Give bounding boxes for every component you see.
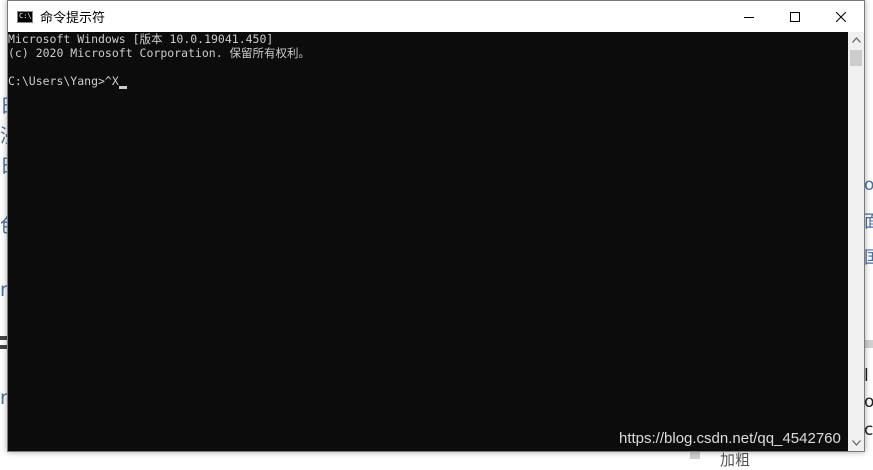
scrollbar-thumb[interactable] xyxy=(850,50,862,66)
watermark: https://blog.csdn.net/qq_4542760 xyxy=(619,430,841,447)
chevron-down-icon xyxy=(851,440,861,446)
console-icon: C:\ xyxy=(17,10,33,23)
console-line: (c) 2020 Microsoft Corporation. 保留所有权利。 xyxy=(8,46,311,60)
window-controls xyxy=(726,1,864,32)
bg-text-fragment: o xyxy=(864,175,873,195)
bg-bar xyxy=(865,340,873,348)
text-cursor xyxy=(119,86,127,89)
bg-text-fragment: 面 xyxy=(864,212,873,232)
vertical-scrollbar[interactable] xyxy=(848,32,864,451)
console-icon-text: C:\ xyxy=(19,11,32,20)
command-prompt-window[interactable]: C:\ 命令提示符 Microsoft Windows [版本 10.0.190… xyxy=(7,0,865,452)
close-button[interactable] xyxy=(818,1,864,32)
bg-text-fragment: 国 xyxy=(864,248,873,268)
console-output[interactable]: Microsoft Windows [版本 10.0.19041.450] (c… xyxy=(8,32,848,451)
chevron-up-icon xyxy=(851,37,861,43)
bg-text-fragment: 加粗 xyxy=(720,451,751,469)
scroll-up-button[interactable] xyxy=(848,32,864,48)
minimize-button[interactable] xyxy=(726,1,772,32)
bg-bar xyxy=(690,451,700,459)
console-line: Microsoft Windows [版本 10.0.19041.450] xyxy=(8,32,274,46)
bg-text-fragment: o xyxy=(864,392,873,412)
minimize-icon xyxy=(744,16,754,18)
close-icon xyxy=(836,11,846,22)
maximize-icon xyxy=(790,11,800,22)
title-bar[interactable]: C:\ 命令提示符 xyxy=(8,1,864,32)
bg-text-fragment: c xyxy=(864,420,873,440)
window-title: 命令提示符 xyxy=(40,11,106,26)
console-line: C:\Users\Yang>^X xyxy=(8,74,119,88)
maximize-button[interactable] xyxy=(772,1,818,32)
scroll-down-button[interactable] xyxy=(848,435,864,451)
bg-text-fragment: l xyxy=(864,366,869,386)
